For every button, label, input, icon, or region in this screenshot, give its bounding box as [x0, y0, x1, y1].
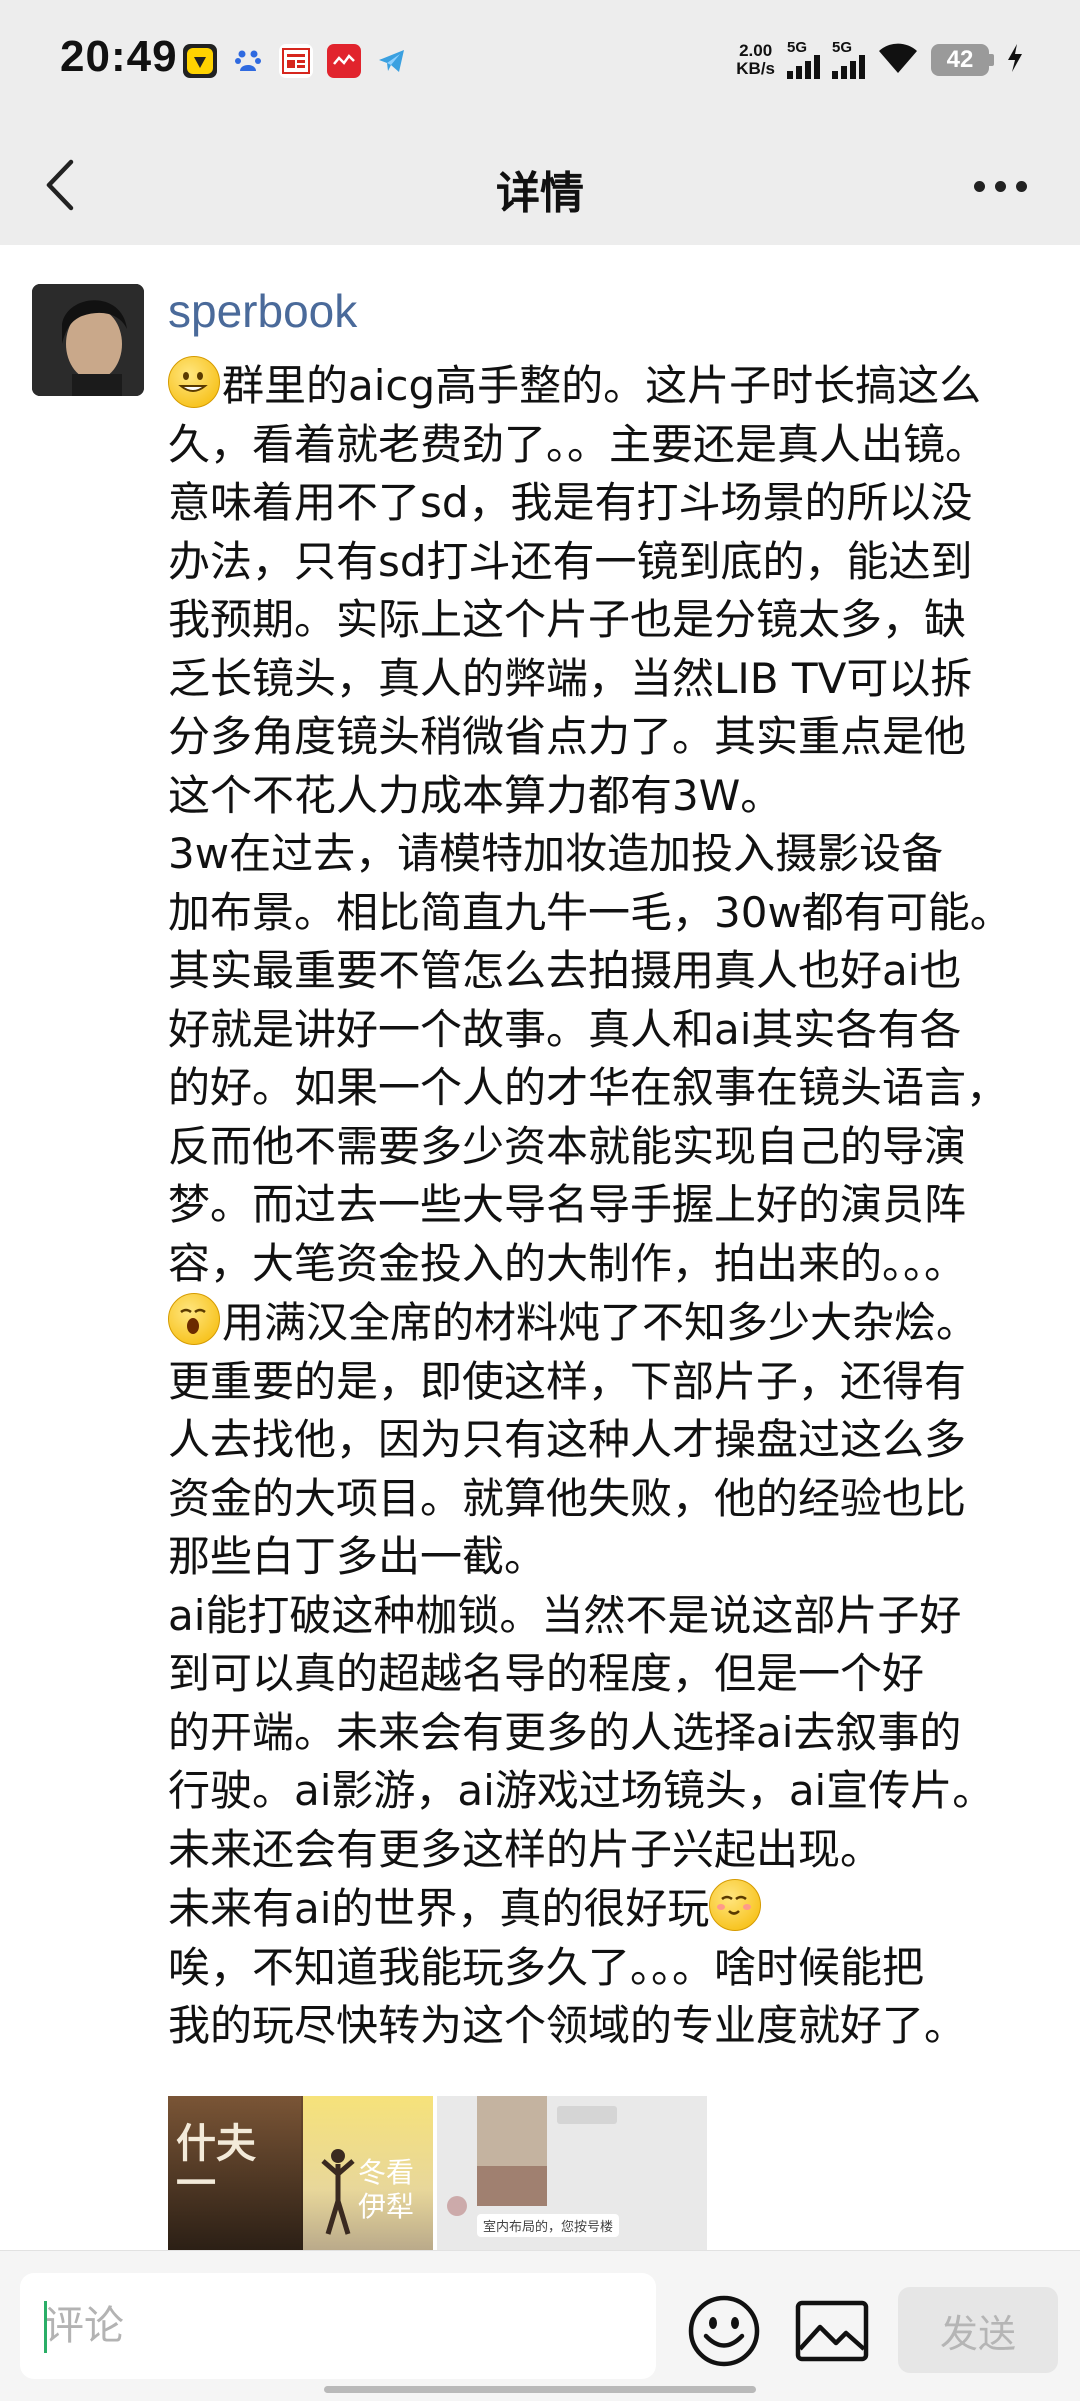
image-icon [795, 2300, 869, 2362]
post-line: 行驶。ai影游，ai游戏过场镜头，ai宣传片。 [168, 1766, 995, 1815]
qq-browser-icon [183, 44, 217, 78]
post-body: 群里的aicg高手整的。这片子时长搞这么久，看着就老费劲了。。主要还是真人出镜。… [168, 356, 1048, 2056]
post-line: 我预期。实际上这个片子也是分镜太多，缺 [168, 595, 967, 644]
status-time: 20:49 [60, 32, 178, 81]
post-line: 乏长镜头，真人的弊端，当然LIB TV可以拆 [168, 653, 973, 703]
post-line-text: 用满汉全席的材料炖了不知多少大杂烩。 [222, 1298, 979, 1347]
post-line: 反而他不需要多少资本就能实现自己的导演 [168, 1121, 967, 1171]
network-speed-unit: KB/s [736, 58, 775, 78]
battery-icon: 42 [931, 43, 989, 76]
comment-bar: 发送 [0, 2250, 1080, 2401]
post-line: 资金的大项目。就算他失败，他的经验也比 [168, 1473, 967, 1523]
sim2-label: 5G [832, 39, 853, 56]
more-dots-icon [973, 180, 985, 192]
post-line: 的好。如果一个人的才华在叙事在镜头语言， [168, 1063, 1009, 1112]
telegram-icon [375, 44, 409, 78]
page-title: 详情 [496, 168, 584, 219]
status-indicators: 2.00 KB/s 5G 5G 42 [736, 40, 1024, 79]
more-button[interactable] [960, 161, 1040, 211]
post-line: 久，看着就老费劲了。。主要还是真人出镜。 [168, 419, 988, 469]
photo-grid: 什夫一 冬看 伊犁 室内布局的，您按号楼 [168, 2096, 707, 2251]
emoji-button[interactable] [686, 2293, 762, 2369]
post-line: 分多角度镜头稍微省点力了。其实重点是他 [168, 712, 967, 761]
post-line: 未来还会有更多这样的片子兴起出现。 [168, 1824, 883, 1874]
post-line: 的开端。未来会有更多的人选择ai去叙事的 [168, 1707, 962, 1757]
photo-title-text: 什夫一 [176, 2120, 256, 2207]
author-name[interactable]: sperbook [168, 284, 357, 338]
image-button[interactable] [794, 2297, 870, 2365]
post-line: 用满汉全席的材料炖了不知多少大杂烩。 [168, 1293, 1048, 1353]
post-line: 梦。而过去一些大导名导手握上好的演员阵 [168, 1180, 967, 1229]
battery-level: 42 [946, 45, 974, 73]
status-app-icons [183, 44, 409, 78]
home-indicator[interactable] [324, 2386, 756, 2393]
post-photo[interactable]: 什夫一 冬看 伊犁 [168, 2096, 433, 2251]
network-speed-value: 2.00 [739, 40, 773, 60]
post-line: 意味着用不了sd，我是有打斗场景的所以没 [168, 478, 973, 527]
post-line: 其实最重要不管怎么去拍摄用真人也好ai也 [168, 946, 962, 995]
post-line: 3w在过去，请模特加妆造加投入摄影设备 [168, 829, 944, 878]
nav-bar: 详情 [0, 125, 1080, 245]
post-line: 唉，不知道我能玩多久了。。。啥时候能把 [168, 1942, 925, 1992]
text-cursor [44, 2301, 47, 2353]
avatar[interactable] [32, 284, 144, 396]
post-line: 这个不花人力成本算力都有3W。 [168, 770, 783, 820]
post-line: 容，大笔资金投入的大制作，拍出来的。。。 [168, 1238, 967, 1288]
photo-caption-text: 冬看 伊犁 [358, 2156, 415, 2223]
grin-emoji [168, 356, 220, 408]
xiaohongshu-icon [327, 44, 361, 78]
post-line-text: 未来有ai的世界，真的很好玩 [168, 1884, 710, 1933]
sim1-signal-icon: 5G [787, 40, 820, 79]
post-line: 我的玩尽快转为这个领域的专业度就好了。 [168, 2001, 967, 2050]
post-line: 好就是讲好一个故事。真人和ai其实各有各 [168, 1004, 962, 1054]
post-line: ai能打破这种枷锁。当然不是说这部片子好 [168, 1590, 962, 1640]
yawn-emoji [168, 1293, 220, 1345]
send-button[interactable]: 发送 [898, 2287, 1058, 2373]
status-bar: 20:49 2.00 KB/s 5G 5G 42 [0, 0, 1080, 125]
photo-message-text: 室内布局的，您按号楼 [477, 2214, 620, 2237]
post-line: 加布景。相比简直九牛一毛，30w都有可能。 [168, 887, 1012, 937]
post-line-text: 群里的aicg高手整的。这片子时长搞这么 [222, 361, 982, 410]
sim1-label: 5G [787, 39, 808, 56]
network-speed: 2.00 KB/s [736, 40, 775, 78]
post-line: 更重要的是，即使这样，下部片子，还得有 [168, 1356, 967, 1406]
post-line: 办法，只有sd打斗还有一镜到底的，能达到 [168, 536, 973, 586]
smile-emoji [709, 1879, 762, 1931]
emoji-icon [688, 2295, 760, 2367]
post-line: 到可以真的超越名导的程度，但是一个好 [168, 1649, 925, 1698]
post-photo[interactable]: 室内布局的，您按号楼 [437, 2096, 707, 2251]
sim2-signal-icon: 5G [832, 40, 865, 79]
post-line: 人去找他，因为只有这种人才操盘过这么多 [168, 1415, 967, 1464]
post-line: 未来有ai的世界，真的很好玩 [168, 1879, 1048, 1939]
post-line: 那些白丁多出一截。 [168, 1532, 547, 1581]
baidu-icon [231, 44, 265, 78]
toutiao-icon [279, 44, 313, 78]
comment-input[interactable] [20, 2273, 656, 2379]
charging-icon [1006, 42, 1024, 78]
post-line: 群里的aicg高手整的。这片子时长搞这么 [168, 356, 1048, 416]
wifi-icon [877, 41, 919, 79]
